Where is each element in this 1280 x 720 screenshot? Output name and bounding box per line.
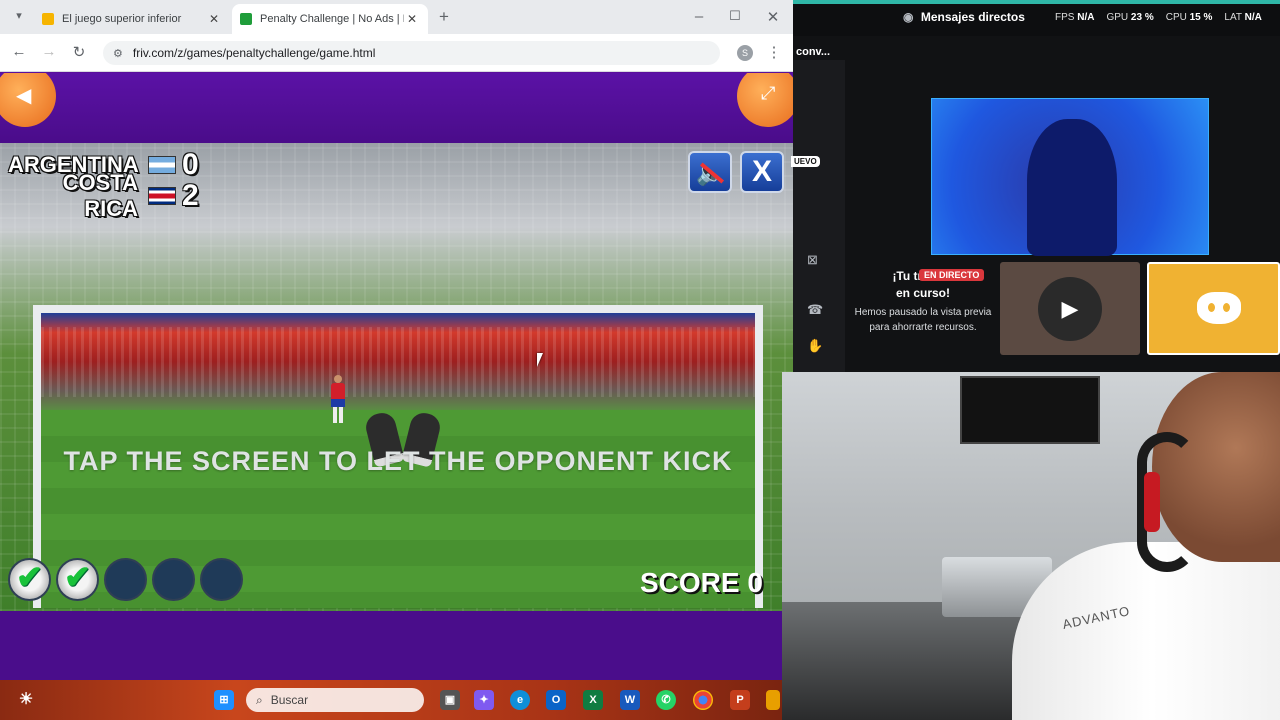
tab-title: Penalty Challenge | No Ads | Pla bbox=[260, 13, 404, 25]
attempt-pending-icon bbox=[104, 558, 147, 601]
file-explorer-icon[interactable]: ▣ bbox=[440, 690, 460, 710]
game-bottom-bar bbox=[0, 611, 793, 680]
search-icon: ⌕ bbox=[256, 692, 263, 707]
mouse-cursor-icon bbox=[537, 353, 543, 367]
person-shirt bbox=[1012, 542, 1280, 720]
team-score: 2 bbox=[182, 178, 199, 212]
penalty-attempts bbox=[8, 558, 243, 601]
team-row-costa-rica: COSTA RICA 2 bbox=[8, 170, 199, 221]
team-score: 0 bbox=[182, 147, 199, 181]
close-window-icon[interactable]: ✕ bbox=[762, 8, 784, 26]
stream-paused-message: Hemos pausado la vista previa para ahorr… bbox=[854, 307, 992, 333]
background-monitor bbox=[960, 376, 1100, 444]
headset-earcup bbox=[1144, 472, 1160, 532]
mute-button[interactable]: 🔈 bbox=[688, 151, 732, 193]
chrome-icon[interactable] bbox=[693, 690, 713, 710]
powerpoint-icon[interactable]: P bbox=[730, 690, 750, 710]
conversation-label[interactable]: conv... bbox=[796, 46, 830, 58]
game-canvas[interactable]: ◀ ⤢ TAP THE SCREEN TO LET THE OPPONENT K… bbox=[0, 73, 793, 680]
menu-kebab-icon[interactable]: ⋮ bbox=[763, 43, 785, 61]
screen-share-stop-icon[interactable]: ⊠ bbox=[807, 252, 818, 268]
close-tab-icon[interactable]: ✕ bbox=[404, 12, 420, 26]
close-tab-icon[interactable]: ✕ bbox=[206, 12, 222, 26]
search-placeholder: Buscar bbox=[270, 693, 309, 707]
desk-area bbox=[782, 602, 1042, 720]
discord-logo-icon bbox=[1197, 292, 1241, 324]
stream-preview-camera[interactable] bbox=[931, 98, 1209, 256]
maximize-icon[interactable]: ☐ bbox=[724, 8, 746, 24]
minimize-icon[interactable]: – bbox=[688, 8, 710, 25]
discord-icon: ◉ bbox=[903, 10, 914, 24]
windows-start-icon[interactable]: ⊞ bbox=[214, 690, 234, 710]
tab-favicon-icon bbox=[240, 13, 252, 25]
attempt-pending-icon bbox=[200, 558, 243, 601]
tab-title: El juego superior inferior bbox=[62, 13, 182, 25]
instruction-text: TAP THE SCREEN TO LET THE OPPONENT KICK bbox=[63, 446, 733, 476]
forward-icon[interactable]: → bbox=[38, 43, 60, 60]
video-camera-icon: ▶ bbox=[1038, 277, 1102, 341]
profile-avatar[interactable]: S bbox=[737, 45, 753, 61]
site-info-icon[interactable]: ⚙ bbox=[113, 47, 123, 60]
score-label: SCORE 0 bbox=[640, 567, 763, 598]
argentina-flag-icon bbox=[148, 155, 176, 174]
stadium-seats bbox=[41, 327, 755, 397]
tab-strip: ▾ El juego superior inferior ✕ Penalty C… bbox=[0, 0, 793, 34]
attempt-saved-icon bbox=[8, 558, 51, 601]
taskbar-app-icon[interactable] bbox=[766, 690, 780, 710]
discord-panel: ◉ Mensajes directos FPS N/A GPU 23 % CPU… bbox=[791, 0, 1280, 372]
webcam-feed: ADVANTO bbox=[782, 372, 1280, 720]
whatsapp-icon[interactable]: ✆ bbox=[656, 690, 676, 710]
attempt-pending-icon bbox=[152, 558, 195, 601]
direct-messages-label[interactable]: ◉ Mensajes directos bbox=[903, 10, 1025, 24]
tab-search-icon[interactable]: ▾ bbox=[8, 9, 30, 22]
lat-stat: LAT N/A bbox=[1224, 12, 1262, 23]
paused-title-part: en curso! bbox=[895, 286, 950, 300]
cpu-stat: CPU 15 % bbox=[1165, 12, 1213, 23]
gpu-stat: GPU 23 % bbox=[1106, 12, 1154, 23]
tab-penalty-challenge[interactable]: Penalty Challenge | No Ads | Pla ✕ bbox=[232, 4, 428, 34]
scoreboard: ARGENTINA 0 COSTA RICA 2 bbox=[8, 147, 199, 221]
back-icon[interactable]: ← bbox=[8, 43, 30, 60]
streamer-silhouette bbox=[1027, 119, 1117, 256]
fullscreen-icon: ⤢ bbox=[761, 83, 776, 103]
activity-icon[interactable]: ✋ bbox=[807, 338, 823, 354]
url-text: friv.com/z/games/penaltychallenge/game.h… bbox=[132, 46, 376, 60]
performance-stats: FPS N/A GPU 23 % CPU 15 % LAT N/A bbox=[1055, 12, 1262, 23]
game-top-bar bbox=[0, 73, 793, 143]
participant-tile[interactable]: ▶ bbox=[1000, 262, 1140, 355]
tab-juego-superior-inferior[interactable]: El juego superior inferior ✕ bbox=[34, 4, 230, 34]
hang-up-icon[interactable]: ☎ bbox=[807, 302, 823, 318]
call-controls-rail: ⊠ ☎ ✋ bbox=[793, 60, 845, 372]
fps-stat: FPS N/A bbox=[1055, 12, 1095, 23]
attempt-saved-icon bbox=[56, 558, 99, 601]
excel-icon[interactable]: X bbox=[583, 690, 603, 710]
widgets-icon[interactable]: ☀ bbox=[16, 690, 36, 710]
address-bar[interactable]: ⚙ friv.com/z/games/penaltychallenge/game… bbox=[103, 41, 720, 65]
browser-window: ▾ El juego superior inferior ✕ Penalty C… bbox=[0, 0, 793, 680]
outlook-icon[interactable]: O bbox=[546, 690, 566, 710]
back-arrow-icon: ◀ bbox=[16, 85, 32, 107]
discord-tile[interactable] bbox=[1147, 262, 1280, 355]
new-tab-icon[interactable]: + bbox=[433, 7, 455, 27]
copilot-icon[interactable]: ✦ bbox=[474, 690, 494, 710]
tab-favicon-icon bbox=[42, 13, 54, 25]
opponent-kicker bbox=[331, 375, 345, 425]
team-name: COSTA RICA bbox=[62, 169, 138, 221]
live-badge: EN DIRECTO bbox=[919, 269, 985, 281]
reload-icon[interactable]: ↻ bbox=[68, 43, 90, 61]
taskbar-search[interactable]: ⌕ Buscar bbox=[246, 688, 424, 712]
costa-rica-flag-icon bbox=[148, 186, 176, 205]
edge-icon[interactable]: e bbox=[510, 690, 530, 710]
direct-messages-text: Mensajes directos bbox=[920, 10, 1025, 24]
quit-game-button[interactable]: X bbox=[740, 151, 784, 193]
new-badge: UEVO bbox=[791, 156, 820, 167]
word-icon[interactable]: W bbox=[620, 690, 640, 710]
